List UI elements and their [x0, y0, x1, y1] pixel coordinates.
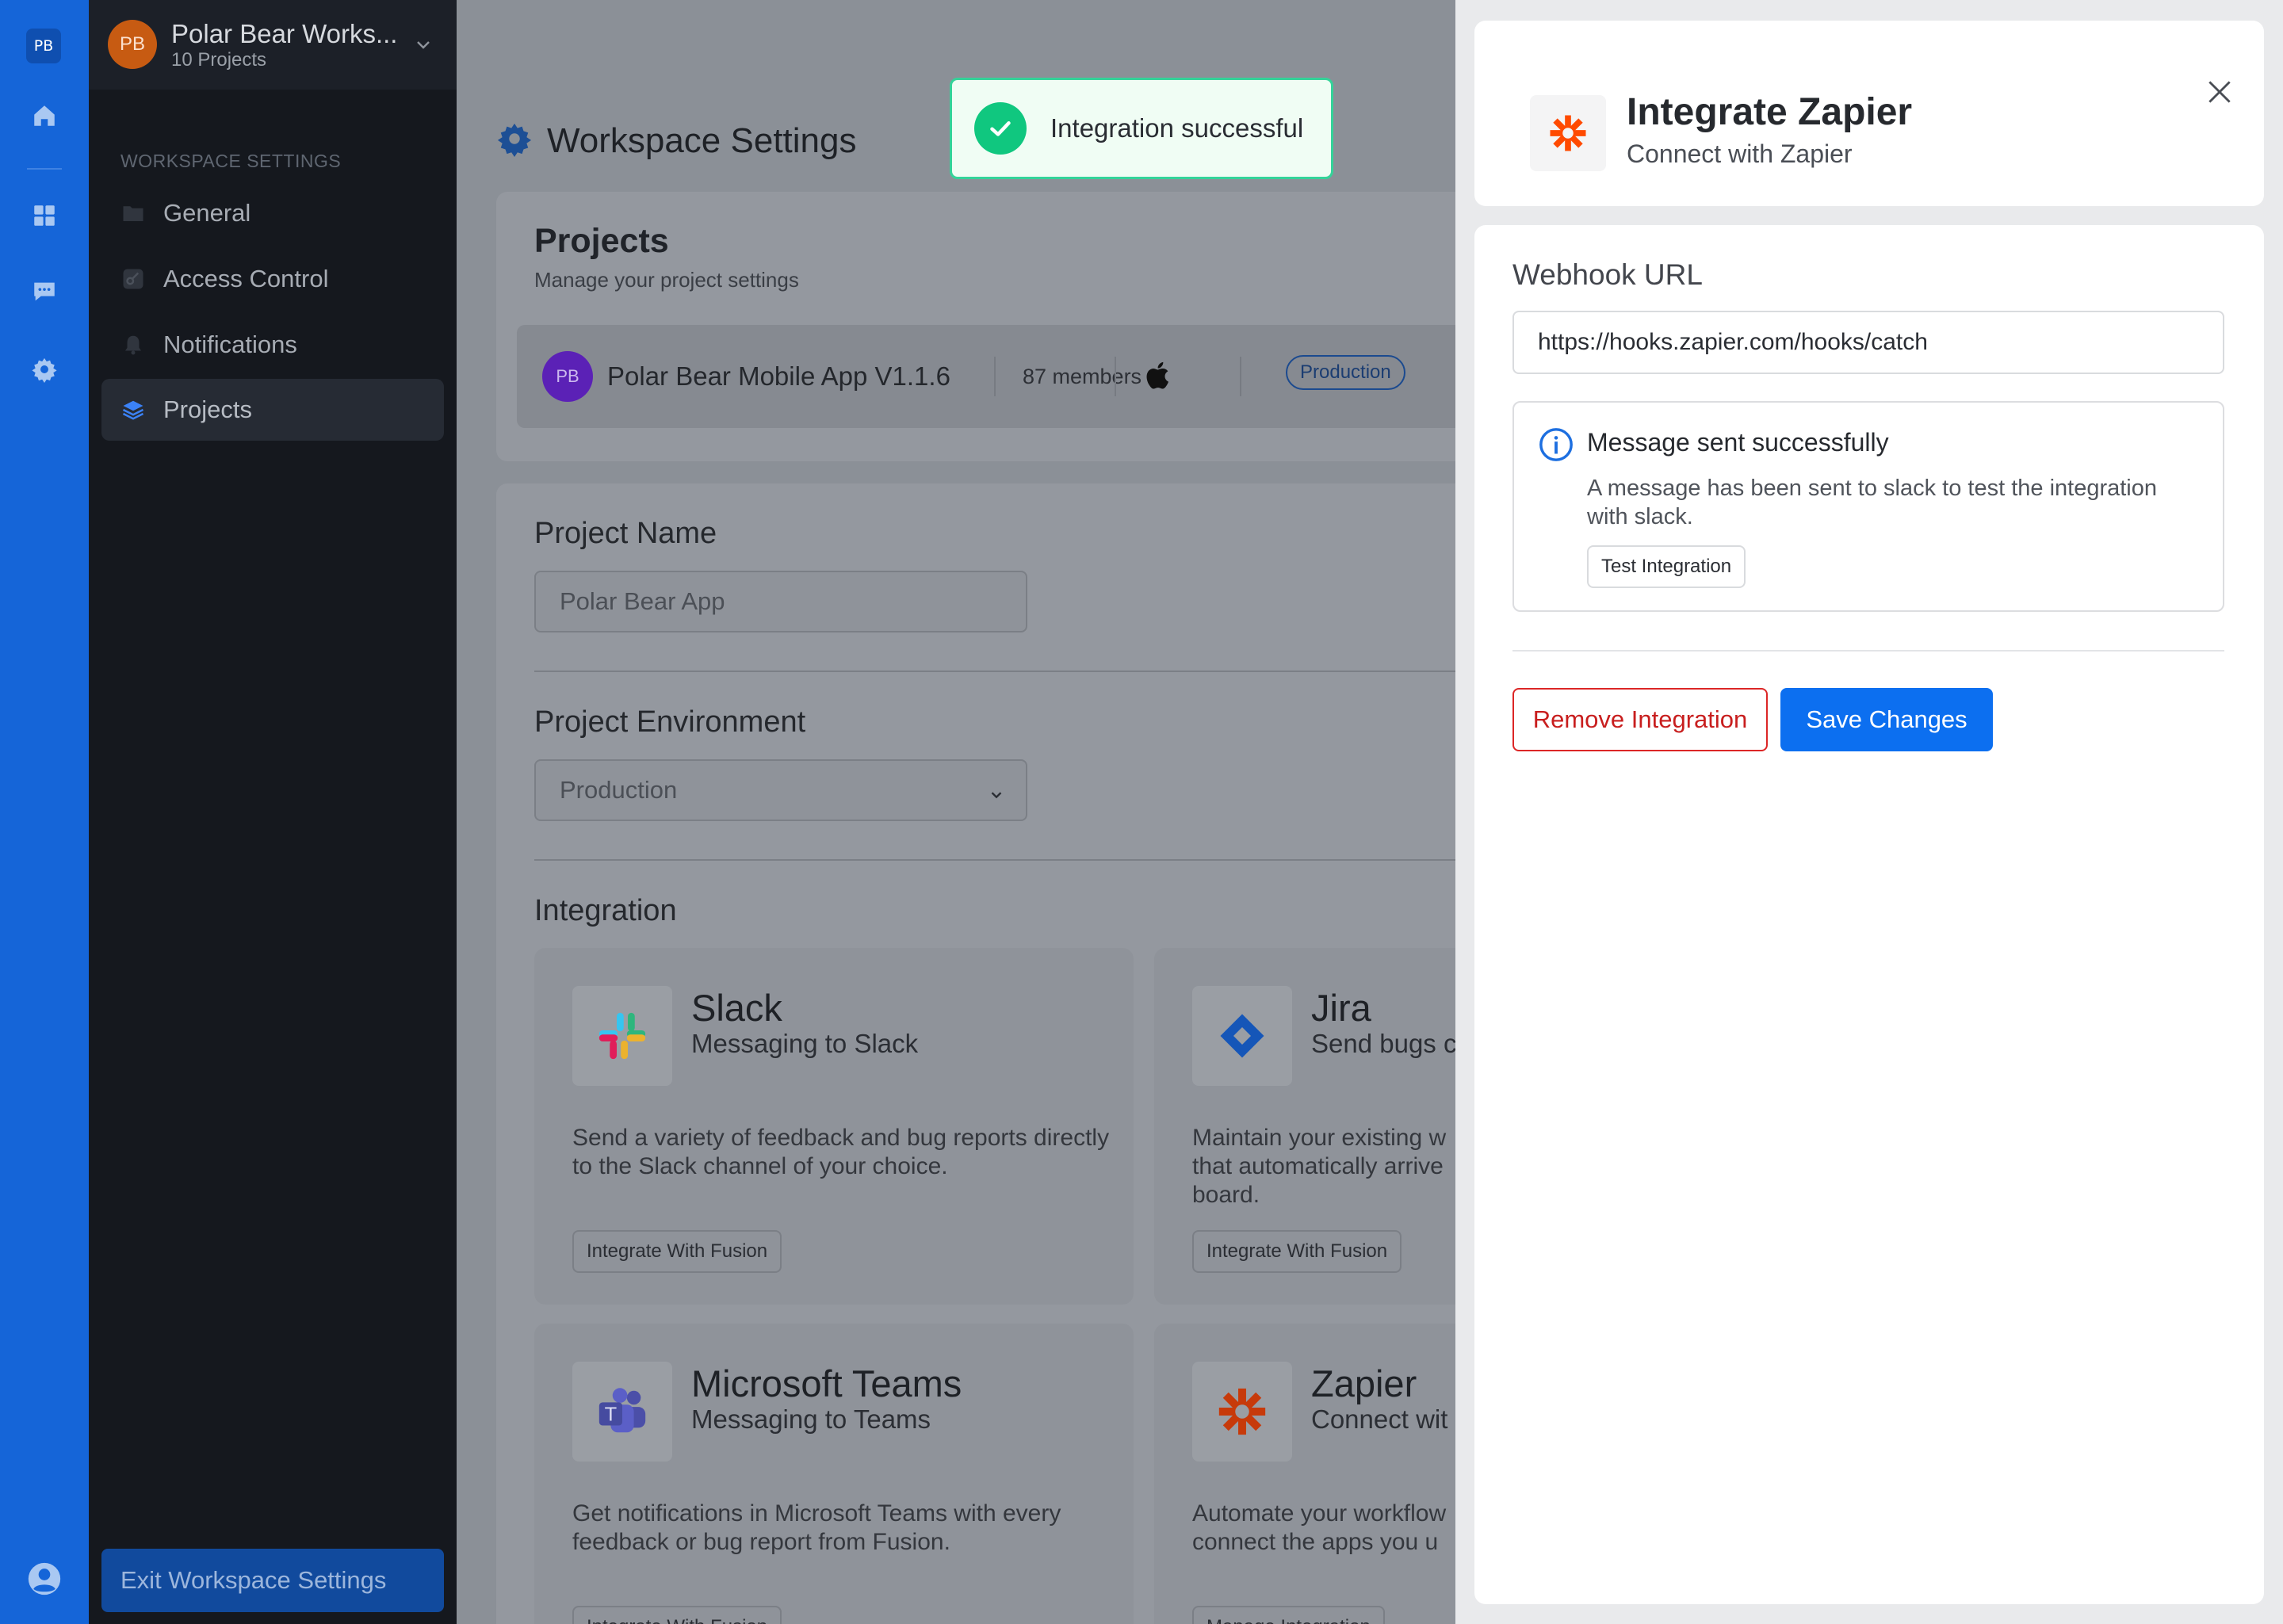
sidebar-item-label: Projects [163, 395, 252, 423]
integration-subtitle: Send bugs c [1311, 1029, 1455, 1058]
page-header: Workspace Settings [496, 120, 856, 161]
home-icon[interactable] [27, 98, 62, 133]
info-icon [1538, 426, 1574, 467]
integration-card-teams: T Microsoft Teams Messaging to Teams Get… [534, 1324, 1134, 1624]
user-circle-icon[interactable] [27, 1561, 62, 1596]
sidebar-item-label: Access Control [163, 265, 329, 292]
zapier-icon [1192, 1362, 1292, 1462]
environment-value: Production [560, 776, 678, 804]
workspace-subtitle: 10 Projects [171, 49, 267, 71]
projects-card: Projects Manage your project settings PB… [496, 192, 1455, 461]
check-icon [974, 102, 1027, 155]
page-title: Workspace Settings [547, 120, 857, 160]
chat-icon[interactable] [27, 274, 62, 309]
app-logo[interactable]: PB [26, 29, 61, 63]
drawer-subtitle: Connect with Zapier [1627, 139, 1853, 168]
sidebar-item-notifications[interactable]: Notifications [101, 314, 444, 376]
folder-icon [120, 201, 146, 226]
integration-drawer: Integrate Zapier Connect with Zapier Web… [1455, 0, 2283, 1624]
integration-name: Zapier [1311, 1362, 1417, 1404]
integrate-slack-button[interactable]: Integrate With Fusion [572, 1230, 782, 1273]
exit-workspace-settings-button[interactable]: Exit Workspace Settings [101, 1549, 444, 1612]
teams-icon: T [572, 1362, 672, 1462]
integration-card-jira: Jira Send bugs c Maintain your existing … [1154, 948, 1455, 1305]
sidebar-item-access-control[interactable]: Access Control [101, 248, 444, 310]
remove-integration-button[interactable]: Remove Integration [1512, 688, 1768, 751]
rail-divider [27, 168, 62, 170]
drawer-body: Webhook URL https://hooks.zapier.com/hoo… [1474, 225, 2264, 1604]
divider [534, 859, 1455, 861]
bell-icon [120, 332, 146, 357]
main-content: Workspace Settings Projects Manage your … [457, 0, 1455, 1624]
integration-label: Integration [534, 894, 677, 927]
test-integration-button[interactable]: Test Integration [1587, 545, 1746, 588]
project-row[interactable]: PB Polar Bear Mobile App V1.1.6 87 membe… [517, 325, 1455, 428]
success-alert: Message sent successfully A message has … [1512, 401, 2224, 612]
save-changes-button[interactable]: Save Changes [1780, 688, 1993, 751]
gear-icon[interactable] [27, 352, 62, 387]
alert-title: Message sent successfully [1587, 428, 1889, 457]
toast-message: Integration successful [1050, 113, 1304, 143]
layers-icon [120, 397, 146, 422]
integration-name: Microsoft Teams [691, 1362, 962, 1404]
integrate-teams-button[interactable]: Integrate With Fusion [572, 1606, 782, 1624]
project-avatar: PB [542, 351, 593, 402]
workspace-name: Polar Bear Works... [171, 19, 398, 48]
chevron-down-icon [988, 781, 1005, 810]
webhook-url-input[interactable]: https://hooks.zapier.com/hooks/catch [1512, 311, 2224, 374]
slack-icon [572, 986, 672, 1086]
success-toast: Integration successful [950, 78, 1333, 179]
sidebar-item-label: Notifications [163, 331, 297, 358]
project-settings-card: Project Name Polar Bear App Project Envi… [496, 483, 1455, 1624]
integration-card-zapier: Zapier Connect wit Automate your workflo… [1154, 1324, 1455, 1624]
drawer-title: Integrate Zapier [1627, 91, 1913, 133]
grid-icon[interactable] [27, 198, 62, 233]
environment-label: Project Environment [534, 705, 806, 739]
integration-card-slack: Slack Messaging to Slack Send a variety … [534, 948, 1134, 1305]
integration-description: Automate your workflow connect the apps … [1192, 1500, 1447, 1555]
drawer-header: Integrate Zapier Connect with Zapier [1474, 21, 2264, 206]
svg-text:T: T [604, 1404, 617, 1426]
zapier-icon [1530, 95, 1606, 171]
divider [1115, 357, 1116, 396]
integration-name: Slack [691, 987, 782, 1029]
environment-select[interactable]: Production [534, 759, 1027, 821]
sidebar-item-general[interactable]: General [101, 182, 444, 244]
webhook-url-label: Webhook URL [1512, 258, 1703, 291]
divider [534, 671, 1455, 672]
project-name: Polar Bear Mobile App V1.1.6 [607, 361, 950, 391]
workspace-avatar: PB [108, 20, 157, 69]
integration-subtitle: Connect wit [1311, 1404, 1448, 1434]
gear-icon [496, 120, 533, 161]
chevron-down-icon[interactable] [414, 35, 433, 58]
jira-icon [1192, 986, 1292, 1086]
section-label: WORKSPACE SETTINGS [120, 151, 342, 171]
integration-description: Get notifications in Microsoft Teams wit… [572, 1500, 1061, 1555]
sidebar-item-label: General [163, 199, 251, 227]
divider [1512, 650, 2224, 652]
projects-heading: Projects [534, 222, 669, 260]
integration-description: Send a variety of feedback and bug repor… [572, 1125, 1110, 1179]
alert-description: A message has been sent to slack to test… [1587, 476, 2157, 529]
integration-subtitle: Messaging to Slack [691, 1029, 919, 1058]
project-name-input[interactable]: Polar Bear App [534, 571, 1027, 632]
divider [994, 357, 996, 396]
divider [1240, 357, 1241, 396]
integration-description: Maintain your existing w that automatica… [1192, 1125, 1447, 1208]
sidebar-item-projects[interactable]: Projects [101, 379, 444, 441]
key-icon [120, 266, 146, 292]
integration-subtitle: Messaging to Teams [691, 1404, 931, 1434]
close-icon[interactable] [2202, 75, 2237, 109]
integrate-jira-button[interactable]: Integrate With Fusion [1192, 1230, 1402, 1273]
member-count: 87 members [1023, 365, 1142, 388]
icon-rail: PB [0, 0, 89, 1624]
integration-name: Jira [1311, 987, 1371, 1029]
projects-subheading: Manage your project settings [534, 268, 799, 292]
environment-badge: Production [1286, 355, 1405, 390]
workspace-switcher[interactable]: PB Polar Bear Works... 10 Projects [89, 0, 457, 90]
project-name-label: Project Name [534, 517, 717, 550]
apple-icon [1143, 358, 1175, 397]
settings-sidebar: PB Polar Bear Works... 10 Projects WORKS… [89, 0, 457, 1624]
manage-zapier-button[interactable]: Manage Integration [1192, 1606, 1385, 1624]
